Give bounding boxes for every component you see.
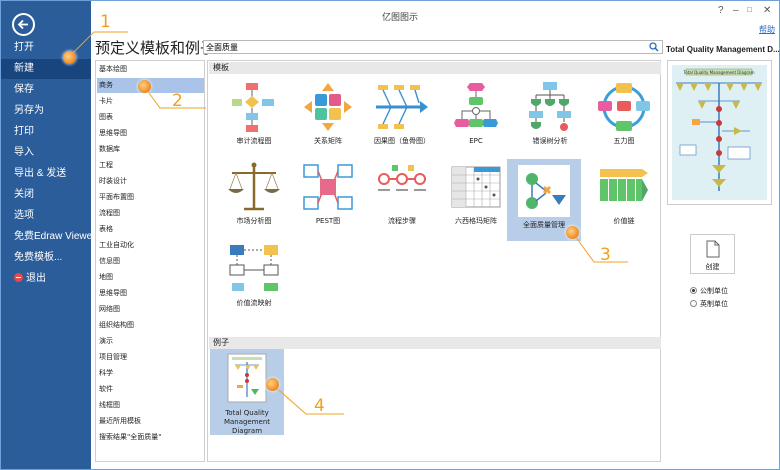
category-item-search-results[interactable]: 搜索结果"全面质量": [97, 430, 204, 445]
fishbone-icon: [376, 85, 428, 129]
template-tile-fault-tree[interactable]: 错误树分析: [514, 79, 586, 159]
category-item[interactable]: 最近所用模板: [97, 414, 204, 429]
template-tile-value-stream[interactable]: 价值流映射: [218, 241, 290, 321]
category-list: 基本绘图 商务 卡片 图表 思维导图 数据库 工程 时装设计 平面布置图 流程图…: [95, 60, 205, 462]
pest-icon: [303, 164, 353, 210]
sidebar-item-export-send[interactable]: 导出 & 发送: [1, 164, 91, 184]
category-item[interactable]: 线框图: [97, 398, 204, 413]
example-tile-tqm[interactable]: Total Quality Management Diagram: [210, 349, 284, 435]
sidebar-item-options[interactable]: 选项: [1, 206, 91, 226]
preview-title: Total Quality Management D...: [666, 45, 780, 54]
template-tile-six-sigma[interactable]: 六西格玛矩阵: [440, 159, 512, 239]
category-item[interactable]: 图表: [97, 110, 204, 125]
category-item[interactable]: 思维导图: [97, 126, 204, 141]
category-item[interactable]: 演示: [97, 334, 204, 349]
sidebar-item-exit[interactable]: 退出: [1, 269, 91, 289]
category-item[interactable]: 表格: [97, 222, 204, 237]
back-arrow-icon: [17, 19, 28, 30]
category-item[interactable]: 工程: [97, 158, 204, 173]
search-box[interactable]: [203, 40, 663, 54]
search-icon[interactable]: [649, 42, 659, 52]
epc-icon: [454, 83, 498, 127]
preview-diagram-title: Total Quality Management Diagram: [683, 70, 755, 75]
tqm-example-thumbnail: [227, 353, 267, 403]
minimize-button[interactable]: –: [733, 5, 739, 16]
category-item[interactable]: 信息图: [97, 254, 204, 269]
back-button[interactable]: [12, 13, 35, 36]
category-item[interactable]: 思维导图: [97, 286, 204, 301]
sidebar-item-close[interactable]: 关闭: [1, 185, 91, 205]
radio-icon[interactable]: [690, 300, 697, 307]
template-tile-audit-flowchart[interactable]: 审计流程图: [218, 79, 290, 159]
new-document-icon: [706, 240, 719, 258]
callout-marker: [63, 51, 76, 64]
window-title: 亿图图示: [381, 12, 418, 22]
callout-marker: [566, 226, 579, 239]
value-chain-icon: [600, 169, 648, 201]
preview-thumbnail: Total Quality Management Diagram: [667, 60, 772, 205]
scale-icon: [228, 162, 280, 211]
templates-section-header: 模板: [209, 62, 661, 74]
examples-section-header: 例子: [209, 337, 661, 349]
category-item[interactable]: 地图: [97, 270, 204, 285]
sidebar-item-edraw-viewer[interactable]: 免费Edraw Viewer: [1, 227, 96, 247]
category-item[interactable]: 软件: [97, 382, 204, 397]
category-item[interactable]: 基本绘图: [97, 62, 204, 77]
help-icon[interactable]: ?: [718, 5, 724, 16]
category-item[interactable]: 时装设计: [97, 174, 204, 189]
category-item[interactable]: 网络图: [97, 302, 204, 317]
template-tile-epc[interactable]: EPC: [440, 79, 512, 159]
five-forces-icon: [598, 83, 650, 131]
template-tile-pest[interactable]: PEST图: [292, 159, 364, 239]
category-item[interactable]: 项目管理: [97, 350, 204, 365]
sidebar-item-new[interactable]: 新建: [1, 59, 91, 79]
create-button[interactable]: 创建: [690, 234, 735, 274]
six-sigma-icon: [451, 166, 501, 208]
category-item[interactable]: 科学: [97, 366, 204, 381]
callout-marker: [138, 80, 151, 93]
process-steps-icon: [378, 165, 426, 191]
category-item[interactable]: 组织结构图: [97, 318, 204, 333]
radio-icon[interactable]: [690, 287, 697, 294]
template-tile-value-chain[interactable]: 价值链: [588, 159, 660, 239]
template-tile-market-analysis[interactable]: 市场分析图: [218, 159, 290, 239]
tqm-preview-diagram: Total Quality Management Diagram: [672, 65, 767, 200]
category-item[interactable]: 平面布置图: [97, 190, 204, 205]
sidebar-item-save[interactable]: 保存: [1, 80, 91, 100]
template-gallery: 模板 审计流程图 关系矩阵 因果图（鱼骨图） EPC 错误树分析 五力图 市场分…: [207, 60, 661, 462]
metric-units-option[interactable]: 公制单位: [690, 286, 728, 296]
exit-icon: [14, 273, 23, 282]
template-tile-five-forces[interactable]: 五力图: [588, 79, 660, 159]
audit-flowchart-icon: [232, 83, 274, 132]
sidebar-item-free-templates[interactable]: 免费模板...: [1, 248, 91, 268]
callout-number: 2: [172, 91, 183, 111]
fault-tree-icon: [529, 82, 571, 131]
page-title: 预定义模板和例子: [95, 39, 216, 57]
help-link[interactable]: 帮助: [759, 24, 775, 35]
sidebar-item-save-as[interactable]: 另存为: [1, 101, 91, 121]
template-tile-relation-matrix[interactable]: 关系矩阵: [292, 79, 364, 159]
template-tile-process-steps[interactable]: 流程步骤: [366, 159, 438, 239]
relation-matrix-icon: [304, 83, 352, 131]
imperial-units-option[interactable]: 英制单位: [690, 299, 728, 309]
sidebar-item-open[interactable]: 打开: [1, 38, 91, 58]
category-item[interactable]: 数据库: [97, 142, 204, 157]
callout-number: 3: [600, 245, 611, 265]
search-input[interactable]: [204, 41, 644, 54]
category-item[interactable]: 流程图: [97, 206, 204, 221]
template-tile-fishbone[interactable]: 因果图（鱼骨图）: [366, 79, 438, 159]
callout-number: 1: [100, 12, 111, 32]
category-item[interactable]: 卡片: [97, 94, 204, 109]
value-stream-icon: [229, 245, 279, 291]
close-button[interactable]: ✕: [763, 5, 771, 16]
sidebar-item-import[interactable]: 导入: [1, 143, 91, 163]
sidebar-item-print[interactable]: 打印: [1, 122, 91, 142]
tqm-icon: [518, 165, 570, 217]
maximize-button[interactable]: □: [747, 5, 752, 14]
category-item[interactable]: 工业自动化: [97, 238, 204, 253]
backstage-sidebar: 打开 新建 保存 另存为 打印 导入 导出 & 发送 关闭 选项 免费Edraw…: [1, 1, 96, 469]
callout-number: 4: [314, 396, 325, 416]
callout-marker: [266, 378, 279, 391]
